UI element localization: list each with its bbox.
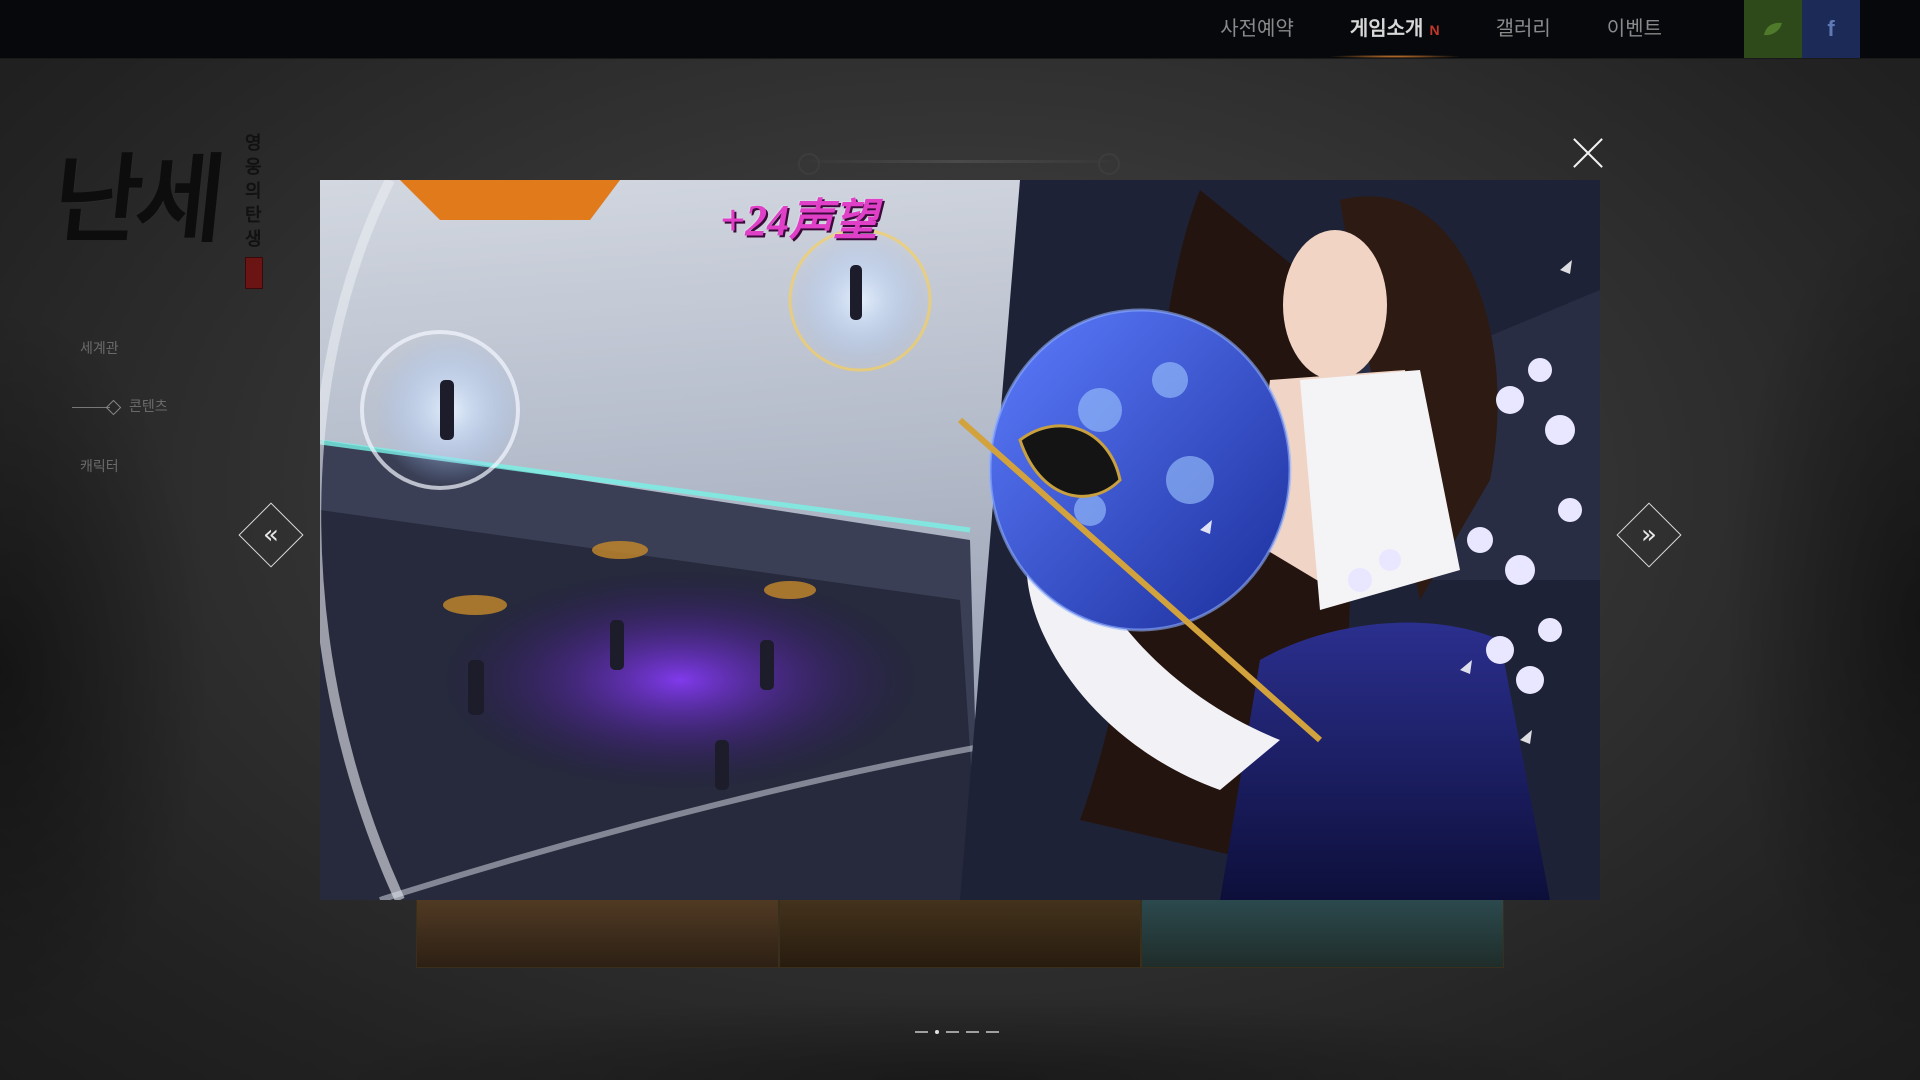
chevron-right-icon: »: [1641, 520, 1657, 550]
top-nav-bar: 사전예약 게임소개 N 갤러리 이벤트 f: [0, 0, 1920, 59]
prev-slide-button[interactable]: «: [238, 502, 304, 568]
facebook-icon: f: [1827, 16, 1835, 41]
slide-artwork: [320, 180, 1600, 900]
gallery-slide-image: +24声望: [320, 180, 1600, 900]
slide-pager: [915, 1030, 999, 1034]
logo-seal: [245, 257, 263, 289]
chevron-left-icon: «: [263, 520, 279, 550]
score-popup-text: +24声望: [720, 196, 878, 245]
leaf-icon: [1764, 22, 1782, 36]
pager-dot[interactable]: [966, 1031, 979, 1033]
pager-dot[interactable]: [915, 1031, 928, 1033]
next-slide-button[interactable]: »: [1616, 502, 1682, 568]
leaf-social-button[interactable]: [1744, 0, 1802, 58]
close-icon[interactable]: [1571, 136, 1605, 170]
logo-subtitle: 영웅의탄생: [245, 133, 262, 250]
pager-dot-active[interactable]: [935, 1030, 939, 1034]
modal-ornament: [798, 153, 1120, 175]
new-badge: N: [1429, 22, 1440, 38]
nav-item-preregister[interactable]: 사전예약: [1192, 0, 1322, 58]
game-logo[interactable]: 난세 영웅의탄생: [48, 112, 270, 292]
pager-dot[interactable]: [946, 1031, 959, 1033]
pager-dot[interactable]: [986, 1031, 999, 1033]
nav-item-gallery[interactable]: 갤러리: [1468, 0, 1579, 58]
active-indicator-diamond: [105, 399, 122, 415]
nav-item-event[interactable]: 이벤트: [1579, 0, 1690, 58]
logo-title: 난세: [48, 143, 225, 256]
main-nav: 사전예약 게임소개 N 갤러리 이벤트: [1192, 0, 1690, 58]
side-menu-item-character[interactable]: 캐릭터: [80, 456, 119, 476]
side-menu-item-world[interactable]: 세계관: [80, 338, 119, 358]
nav-item-game-intro[interactable]: 게임소개 N: [1322, 0, 1468, 58]
facebook-button[interactable]: f: [1802, 0, 1860, 58]
side-menu-item-contents[interactable]: 콘텐츠: [72, 396, 168, 416]
